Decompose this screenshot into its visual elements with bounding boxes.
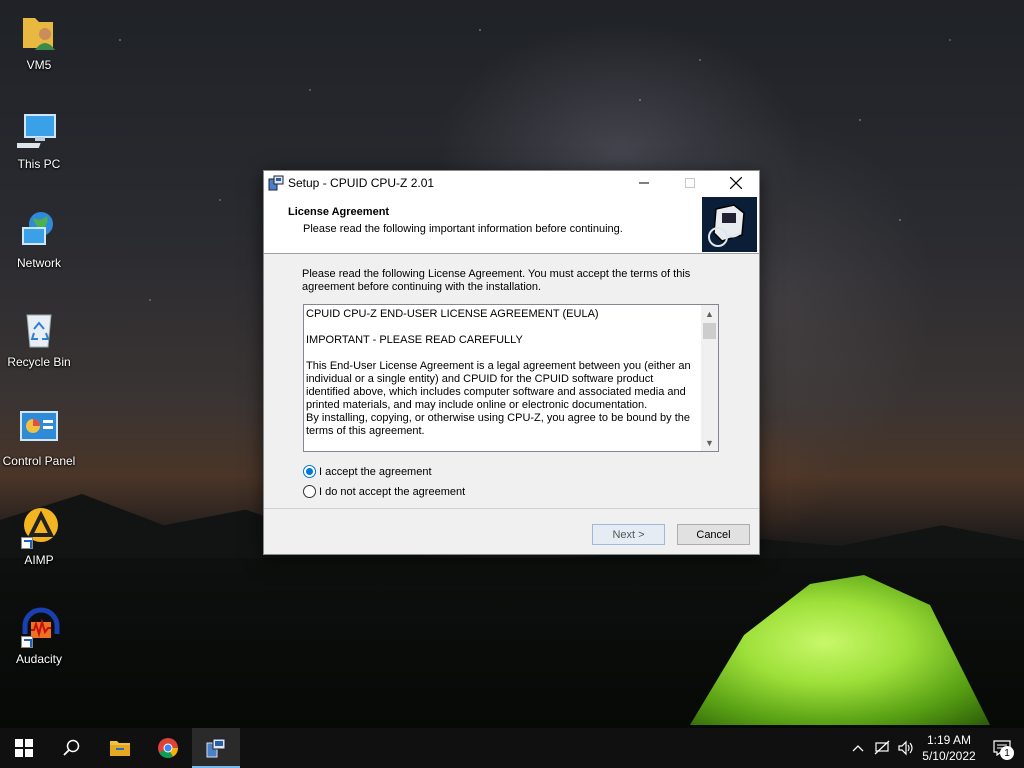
setup-dialog: Setup - CPUID CPU-Z 2.01 License Agreeme… [263, 170, 760, 555]
audacity-icon [17, 604, 61, 648]
volume-button[interactable] [894, 728, 918, 768]
cancel-button[interactable]: Cancel [677, 524, 750, 545]
minimize-icon [639, 182, 649, 184]
desktop-icon-vm5[interactable]: VM5 [4, 4, 74, 84]
close-button[interactable] [713, 171, 759, 195]
desktop-icon-label: Network [16, 256, 61, 270]
scroll-up-arrow-icon[interactable]: ▲ [701, 305, 718, 322]
taskbar-file-explorer[interactable] [96, 728, 144, 768]
speaker-icon [898, 740, 913, 756]
desktop-icon-aimp[interactable]: AIMP [4, 499, 74, 579]
aimp-icon [17, 505, 61, 549]
control-panel-icon [17, 406, 61, 450]
accept-radio-button[interactable] [303, 465, 316, 478]
dialog-titlebar[interactable]: Setup - CPUID CPU-Z 2.01 [264, 171, 759, 195]
wizard-header: License Agreement Please read the follow… [264, 195, 759, 254]
minimize-button[interactable] [621, 171, 667, 195]
search-icon [63, 739, 80, 756]
computer-icon [8, 109, 61, 153]
taskbar-setup[interactable] [192, 728, 240, 768]
setup-app-icon [268, 175, 284, 191]
desktop-icon-label: AIMP [24, 553, 54, 567]
decline-radio-label: I do not accept the agreement [319, 485, 466, 498]
network-status-button[interactable] [870, 728, 894, 768]
next-button[interactable]: Next > [592, 524, 665, 545]
folder-icon [110, 741, 130, 756]
user-folder-icon [17, 10, 61, 54]
scroll-down-arrow-icon[interactable]: ▼ [701, 434, 718, 451]
search-button[interactable] [48, 728, 96, 768]
decline-radio-option[interactable]: I do not accept the agreement [303, 485, 465, 498]
shortcut-arrow-icon [21, 636, 33, 648]
taskbar-chrome[interactable] [144, 728, 192, 768]
clock-time: 1:19 AM [926, 733, 972, 747]
license-content: CPUID CPU-Z END-USER LICENSE AGREEMENT (… [306, 308, 700, 438]
maximize-button[interactable] [667, 171, 713, 195]
windows-logo-icon [15, 739, 33, 757]
desktop-icon-label: This PC [17, 157, 61, 171]
desktop-icon-label: Recycle Bin [7, 355, 71, 369]
computer-disc-icon [702, 197, 757, 252]
taskbar: 1:19 AM 5/10/2022 1 [0, 728, 1024, 768]
desktop-icon-this-pc[interactable]: This PC [4, 103, 74, 183]
start-button[interactable] [0, 728, 48, 768]
recycle-bin-icon [17, 307, 61, 351]
license-line: This End-User License Agreement is a leg… [306, 360, 691, 411]
maximize-icon [685, 178, 695, 188]
wizard-page-title: License Agreement [288, 206, 390, 218]
system-tray: 1:19 AM 5/10/2022 1 [846, 728, 1024, 768]
chrome-icon [158, 738, 178, 758]
license-line: CPUID CPU-Z END-USER LICENSE AGREEMENT (… [306, 308, 599, 320]
license-scrollbar[interactable]: ▲ ▼ [701, 305, 718, 451]
clock-date: 5/10/2022 [922, 749, 976, 763]
desktop-icon-network[interactable]: Network [4, 202, 74, 282]
decline-radio-button[interactable] [303, 485, 316, 498]
license-line: IMPORTANT - PLEASE READ CAREFULLY [306, 334, 523, 346]
desktop-icon-control-panel[interactable]: Control Panel [2, 400, 76, 480]
accept-radio-label: I accept the agreement [319, 465, 432, 478]
action-center-button[interactable]: 1 [980, 728, 1024, 768]
taskbar-clock[interactable]: 1:19 AM 5/10/2022 [918, 732, 980, 764]
desktop-icon-audacity[interactable]: Audacity [4, 598, 74, 678]
chevron-up-icon [852, 745, 864, 752]
desktop-icon-label: Control Panel [2, 454, 76, 468]
show-hidden-icons-button[interactable] [846, 728, 870, 768]
desktop-icon-recycle-bin[interactable]: Recycle Bin [4, 301, 74, 381]
scroll-thumb[interactable] [703, 323, 716, 339]
desktop-icon-label: Audacity [15, 652, 63, 666]
shortcut-arrow-icon [21, 537, 33, 549]
license-intro-text: Please read the following License Agreem… [302, 268, 691, 293]
desktop-icon-label: VM5 [26, 58, 52, 72]
network-disconnected-icon [874, 740, 890, 755]
footer-divider [264, 508, 759, 509]
license-textarea[interactable]: CPUID CPU-Z END-USER LICENSE AGREEMENT (… [303, 304, 719, 452]
notification-count-badge: 1 [1000, 746, 1014, 760]
license-line: By installing, copying, or otherwise usi… [306, 412, 690, 437]
accept-radio-option[interactable]: I accept the agreement [303, 465, 432, 478]
network-globe-icon [17, 208, 61, 252]
setup-app-icon [206, 738, 226, 758]
dialog-title: Setup - CPUID CPU-Z 2.01 [288, 176, 435, 190]
close-icon [730, 177, 742, 189]
wizard-page-subtitle: Please read the following important info… [303, 223, 623, 235]
